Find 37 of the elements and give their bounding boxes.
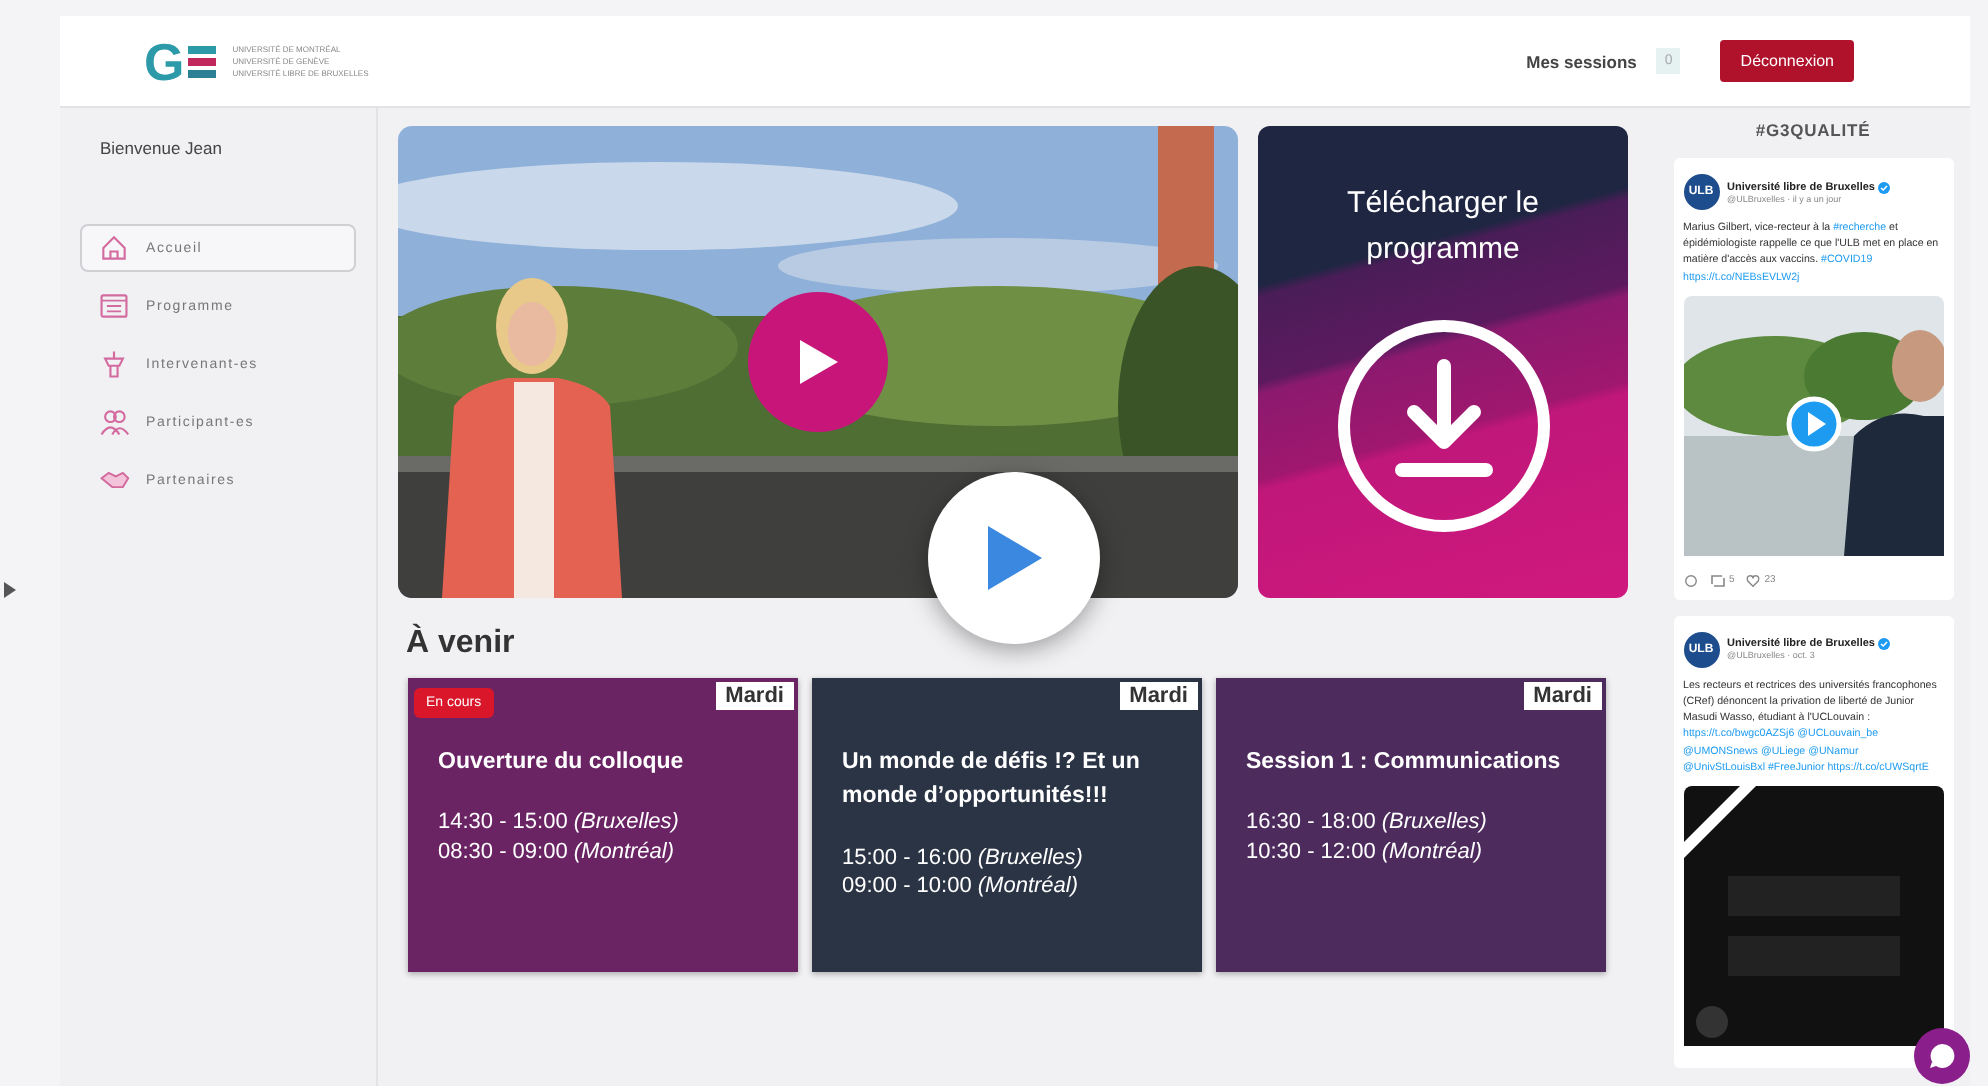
arrow-icon[interactable]: [4, 582, 16, 598]
event-card[interactable]: Mardi Session 1 : Communications 16:30 - 18:00 (Bruxelles) 10:30 - 12:00 (Montréal): [1216, 678, 1606, 972]
event-card[interactable]: Mardi Un monde de défis !? Et un monde d’opportunités!!! 15:00 - 16:00 (Bruxelles) 09:00 - 10:00 (Montréal): [812, 678, 1202, 972]
play-icon: [984, 524, 1044, 592]
download-card[interactable]: Télécharger le programme: [1258, 126, 1628, 598]
home-icon: [98, 232, 130, 264]
feed-title: #G3QUALITÉ: [1755, 120, 1871, 140]
event-title: Ouverture du colloque: [438, 748, 686, 778]
event-title: Un monde de défis !? Et un monde d’opportunités!!!: [842, 748, 1142, 813]
logo-bars-icon: [188, 43, 217, 79]
heart-icon[interactable]: [1746, 573, 1761, 588]
chat-icon: [1928, 1042, 1956, 1070]
calendar-icon: [98, 290, 130, 322]
podium-icon: [98, 348, 130, 380]
day-label: Mardi: [1119, 682, 1198, 710]
reply-icon[interactable]: [1683, 573, 1697, 588]
event-time: 08:30 - 09:00 (Montréal): [438, 838, 677, 868]
event-time: 10:30 - 12:00 (Montréal): [1246, 838, 1485, 868]
verified-icon: [1878, 638, 1891, 651]
event-time: 09:00 - 10:00 (Montréal): [842, 872, 1081, 903]
day-label: Mardi: [1523, 682, 1602, 710]
download-icon[interactable]: [1333, 316, 1553, 536]
play-icon: [796, 338, 840, 386]
sessions-link[interactable]: Mes sessions: [1526, 51, 1637, 71]
people-icon: [98, 406, 130, 438]
event-time: 15:00 - 16:00 (Bruxelles): [842, 843, 1085, 873]
event-time: 16:30 - 18:00 (Bruxelles): [1246, 808, 1489, 839]
logo-letter: G: [144, 35, 185, 87]
download-title: Télécharger le programme: [1345, 184, 1541, 269]
retweet-icon[interactable]: [1709, 573, 1725, 588]
event-title: Session 1 : Communications: [1246, 748, 1563, 778]
section-heading: À venir: [406, 626, 515, 662]
verified-icon: [1878, 181, 1891, 193]
day-label: Mardi: [715, 682, 794, 710]
logout-button[interactable]: Déconnexion: [1720, 40, 1854, 82]
greeting: Bienvenue Jean: [100, 138, 222, 158]
event-time: 14:30 - 15:00 (Bruxelles): [438, 808, 681, 839]
